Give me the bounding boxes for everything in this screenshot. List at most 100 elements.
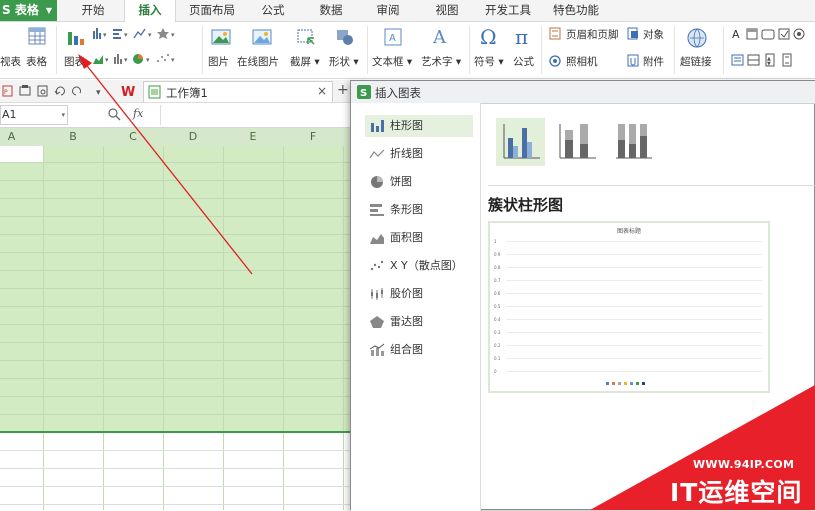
hyperlink-icon [687, 28, 707, 48]
chart-type-bar[interactable]: 条形图 [365, 199, 473, 221]
chart-type-label: X Y（散点图） [390, 259, 463, 272]
chart-icon [68, 32, 84, 45]
column-header-e[interactable]: E [223, 128, 283, 146]
chart-type-line[interactable]: 折线图 [365, 143, 473, 165]
svg-text:W: W [121, 85, 135, 98]
radar-chart-icon [370, 316, 384, 328]
preview-y-tick: 0.1 [494, 356, 501, 361]
chart-preview[interactable]: 图表标题 1 0.9 0.8 0.7 0.6 0.5 0.4 0.3 0.2 0… [488, 221, 770, 393]
insert-function-button[interactable]: fx [133, 107, 143, 120]
chart-type-stock[interactable]: 股价图 [365, 283, 473, 305]
pivot-table-label[interactable]: 视表 [0, 54, 21, 69]
tab-special-features[interactable]: 特色功能 [549, 0, 603, 21]
svg-text:S: S [360, 88, 367, 99]
insert-chart-button[interactable]: 图表 [64, 54, 85, 69]
column-header-a[interactable]: A [0, 128, 43, 146]
preview-y-tick: 0.4 [494, 317, 501, 322]
tab-formulas[interactable]: 公式 [258, 0, 288, 21]
chart-type-label: 柱形图 [390, 119, 423, 132]
column-header-b[interactable]: B [43, 128, 103, 146]
svg-text:▾: ▾ [171, 56, 175, 64]
svg-text:π: π [515, 26, 528, 48]
quick-access-icons[interactable]: P ▾ [2, 84, 120, 98]
chevron-down-icon: ▾ [403, 56, 413, 68]
tab-data[interactable]: 数据 [316, 0, 346, 21]
object-icon [627, 27, 638, 40]
form-controls-row[interactable]: A [731, 27, 815, 41]
dialog-title-bar[interactable]: S 插入图表 [351, 81, 815, 104]
object-button[interactable]: 对象 [643, 27, 664, 42]
formula-input[interactable] [160, 105, 351, 125]
chart-type-label: 组合图 [390, 343, 423, 356]
chart-type-quick-buttons[interactable]: ▾ ▾ ▾ ▾ [92, 27, 196, 41]
subtype-title: 簇状柱形图 [488, 196, 564, 214]
document-title: 工作簿1 [166, 86, 208, 100]
subtype-clustered-column[interactable] [496, 118, 545, 166]
close-tab-icon[interactable]: × [317, 84, 327, 98]
tab-home[interactable]: 开始 [78, 0, 108, 21]
chart-type-column[interactable]: 柱形图 [365, 115, 473, 137]
watermark-url: WWW.94IP.COM [693, 458, 795, 471]
app-menu-button[interactable]: S 表格 ▼ [0, 0, 57, 21]
clustered-column-icon [503, 124, 540, 159]
column-header-c[interactable]: C [103, 128, 163, 146]
tab-page-layout[interactable]: 页面布局 [187, 0, 237, 21]
chart-type-label: 股价图 [390, 287, 423, 300]
column-header-d[interactable]: D [163, 128, 223, 146]
camera-button[interactable]: 照相机 [566, 54, 598, 69]
name-box[interactable]: A1 ▾ [0, 105, 68, 125]
svg-text:▾: ▾ [96, 88, 101, 98]
table-icon [28, 27, 46, 45]
document-tab[interactable]: 工作簿1 × [143, 81, 333, 102]
chart-type-area[interactable]: 面积图 [365, 227, 473, 249]
chart-type-combo[interactable]: 组合图 [365, 339, 473, 361]
insert-picture-button[interactable]: 图片 [208, 54, 229, 69]
svg-text:▼: ▼ [767, 61, 771, 67]
chart-type-scatter[interactable]: X Y（散点图） [365, 255, 473, 277]
preview-y-tick: 0.6 [494, 291, 501, 296]
pi-icon: π [515, 26, 528, 48]
picture-icon [211, 29, 231, 45]
preview-y-tick: 0.7 [494, 278, 501, 283]
ribbon-divider [723, 26, 724, 74]
chart-type-pie[interactable]: 饼图 [365, 171, 473, 193]
new-tab-button[interactable]: + [337, 82, 349, 98]
textbox-button[interactable]: 文本框 ▾ [372, 54, 412, 69]
svg-text:▾: ▾ [124, 31, 128, 39]
header-footer-button[interactable]: 页眉和页脚 [566, 27, 619, 42]
subtype-percent-stacked-column[interactable] [608, 118, 657, 166]
chart-type-label: 饼图 [390, 175, 412, 188]
shapes-button[interactable]: 形状 ▾ [329, 54, 359, 69]
svg-text:▾: ▾ [124, 56, 128, 64]
tab-developer[interactable]: 开发工具 [481, 0, 535, 21]
wordart-button[interactable]: 艺术字 ▾ [421, 54, 461, 69]
insert-table-button[interactable]: 表格 [26, 54, 47, 69]
pie-chart-icon [371, 176, 383, 188]
chart-type-radar[interactable]: 雷达图 [365, 311, 473, 333]
chevron-down-icon: ▾ [452, 56, 462, 68]
zoom-icon[interactable] [108, 108, 121, 121]
screenshot-button[interactable]: 截屏 ▾ [290, 54, 320, 69]
form-controls-row2[interactable]: ▲▼ [731, 53, 815, 67]
camera-icon [549, 55, 561, 67]
combo-chart-icon [369, 343, 385, 356]
symbol-button[interactable]: 符号 ▾ [474, 54, 504, 69]
attachment-button[interactable]: 附件 [643, 54, 664, 69]
formula-button[interactable]: 公式 [513, 54, 534, 69]
svg-text:A: A [732, 28, 740, 41]
grid-lines [0, 146, 352, 510]
hyperlink-button[interactable]: 超链接 [680, 54, 712, 69]
wordart-label: 艺术字 [421, 56, 453, 68]
tab-insert[interactable]: 插入 [124, 0, 176, 22]
chart-type-quick-buttons-row2[interactable]: ▾ ▾ ▾ ▾ [92, 52, 196, 66]
tab-view[interactable]: 视图 [432, 0, 462, 21]
watermark: WWW.94IP.COM IT运维空间 [590, 385, 815, 510]
worksheet-grid[interactable] [0, 146, 352, 510]
subtype-stacked-column[interactable] [552, 118, 601, 166]
bar-chart-icon [370, 204, 384, 216]
chart-type-label: 雷达图 [390, 315, 423, 328]
insert-online-picture-button[interactable]: 在线图片 [237, 54, 279, 69]
column-header-f[interactable]: F [283, 128, 343, 146]
preview-y-axis: 1 0.9 0.8 0.7 0.6 0.5 0.4 0.3 0.2 0.1 0 [494, 239, 504, 374]
tab-review[interactable]: 审阅 [373, 0, 403, 21]
